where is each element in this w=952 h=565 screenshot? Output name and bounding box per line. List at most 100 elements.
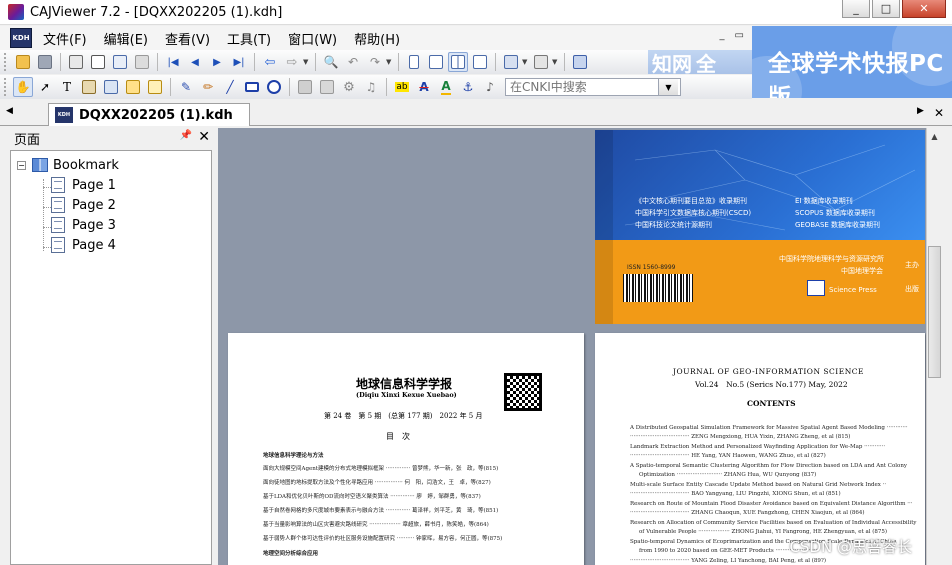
cover-issn: ISSN 1560-8999 [627,264,676,271]
ocr-icon[interactable] [101,77,121,97]
settings-gear-icon[interactable]: ⚙ [339,77,359,97]
cnki-express-banner[interactable]: 全球学术快报PC版 [752,26,952,98]
layout-icon[interactable] [531,52,551,72]
minimize-button[interactable]: _ [842,0,870,18]
toc-entry[interactable]: Landmark Extraction Method and Personali… [630,444,885,450]
music-note-icon[interactable]: ♪ [480,77,500,97]
redo-icon[interactable]: ↷ [365,52,385,72]
bookmark-add-icon[interactable] [123,77,143,97]
text-select-icon[interactable]: T [57,77,77,97]
tree-item-page-1[interactable]: Page 1 [11,175,211,195]
last-page-icon[interactable]: ▶| [229,52,249,72]
anchor-icon[interactable]: ⚓ [458,77,478,97]
vertical-scrollbar[interactable]: ▲ [926,128,942,565]
tab-close-icon[interactable]: ✕ [934,106,944,120]
cnki-search-input[interactable] [506,79,658,95]
save-icon[interactable] [35,52,55,72]
toc-entry[interactable]: A Spatio-temporal Semantic Clustering Al… [630,463,907,469]
document-kdh-icon[interactable]: KDH [10,28,32,48]
continuous-page-icon[interactable] [426,52,446,72]
toc-entry[interactable]: Research on Allocation of Community Serv… [630,520,917,526]
tree-item-page-3[interactable]: Page 3 [11,215,211,235]
tab-scroll-left-icon[interactable]: ◀ [6,106,13,116]
print-preview-icon[interactable] [88,52,108,72]
back-arrow-icon[interactable]: ⇦ [260,52,280,72]
search-dropdown-arrow-icon[interactable]: ▼ [658,79,678,95]
rectangle-tool-icon[interactable] [242,77,262,97]
menu-window[interactable]: 窗口(W) [283,29,349,48]
dropdown-arrow-icon[interactable]: ▼ [386,58,394,66]
pin-icon[interactable]: 📌 [180,130,192,141]
rotate-icon[interactable] [501,52,521,72]
tree-item-bookmark[interactable]: − Bookmark [11,155,211,175]
toolbar-separator [564,53,565,71]
first-page-icon[interactable]: |◀ [163,52,183,72]
document-view[interactable]: 《中文核心期刊要目总览》收录期刊 中国科学引文数据库核心期刊(CSCD) 中国科… [218,128,926,565]
menu-edit[interactable]: 编辑(E) [99,29,160,48]
forward-arrow-icon[interactable]: ⇨ [282,52,302,72]
next-page-icon[interactable]: ▶ [207,52,227,72]
menu-tools[interactable]: 工具(T) [222,29,283,48]
stamp-icon[interactable] [317,77,337,97]
tab-document-label: DQXX202205 (1).kdh [79,107,233,123]
toolbar-grip[interactable] [4,78,8,96]
dropdown-arrow-icon[interactable]: ▼ [303,58,311,66]
toc-entry[interactable]: 面向大规模空间Agent建模的分布式地理模拟框架 ·············· … [263,464,498,472]
copy-pages-icon[interactable] [110,52,130,72]
single-page-icon[interactable] [404,52,424,72]
toc-entry[interactable]: 基于LDA和优化贝叶斯的OD流向时空语义聚类算法 ·············· … [263,492,481,500]
highlight-text-icon[interactable]: ab [392,77,412,97]
facing-pages-icon[interactable] [448,52,468,72]
mdi-restore-button[interactable]: ▭ [735,30,744,41]
print-icon[interactable] [66,52,86,72]
note-icon[interactable] [132,52,152,72]
underline-text-icon[interactable]: A [436,77,456,97]
toc-entry[interactable]: 面向徒地图的地标提取方法及个性化寻路应用 ················ 何 … [263,478,491,486]
toc-entry[interactable]: 基于当量影响算法的山区灾害避灾路线研究 ·················· 章… [263,520,489,528]
tab-controls: ▶ ✕ [917,106,944,120]
toc-entry[interactable]: Multi-scale Surface Entity Cascade Updat… [630,482,886,488]
menu-help[interactable]: 帮助(H) [349,29,412,48]
panel-close-icon[interactable]: ✕ [198,129,210,145]
previous-page-icon[interactable]: ◀ [185,52,205,72]
scroll-up-icon[interactable]: ▲ [927,128,942,144]
toc-entry[interactable]: Research on Route of Mountain Flood Disa… [630,501,912,507]
ellipse-tool-icon[interactable] [264,77,284,97]
toc-entry[interactable]: A Distributed Geospatial Simulation Fram… [630,425,908,431]
tab-scroll-right-icon[interactable]: ▶ [917,106,924,120]
dropdown-arrow-icon[interactable]: ▼ [522,58,530,66]
strikeout-text-icon[interactable]: A [414,77,434,97]
toolbar-grip[interactable] [4,53,8,71]
pen-icon[interactable]: ✎ [176,77,196,97]
hand-tool-icon[interactable]: ✋ [13,77,33,97]
restore-button[interactable]: □ [872,0,900,18]
pencil-icon[interactable]: ✏ [198,77,218,97]
line-tool-icon[interactable]: ╱ [220,77,240,97]
dropdown-arrow-icon[interactable]: ▼ [552,58,560,66]
tree-item-label: Page 3 [72,217,116,233]
toc-entry[interactable]: 基于自然卷网格的多尺度城市要素表示与融合方法 ·············· 葛泽… [263,506,498,514]
image-select-icon[interactable] [79,77,99,97]
mdi-minimize-button[interactable]: _ [720,30,725,41]
scrollbar-thumb[interactable] [928,246,941,378]
toc-entry[interactable]: 基于弱势人群个体可达性评价的社区服务设施配置研究 ·········· 钟家晖，… [263,534,502,542]
open-folder-icon[interactable] [13,52,33,72]
undo-icon[interactable]: ↶ [343,52,363,72]
fullscreen-icon[interactable] [570,52,590,72]
tree-item-label: Bookmark [53,157,119,173]
continuous-facing-icon[interactable] [470,52,490,72]
tree-item-page-2[interactable]: Page 2 [11,195,211,215]
select-arrow-icon[interactable]: ➚ [35,77,55,97]
close-button[interactable]: ✕ [902,0,946,18]
collapse-toggle-icon[interactable]: − [17,160,26,170]
banner-overlay[interactable]: 知网 全 [648,50,752,74]
menu-file[interactable]: 文件(F) [38,29,99,48]
tree-item-page-4[interactable]: Page 4 [11,235,211,255]
menu-view[interactable]: 查看(V) [160,29,222,48]
annotation-icon[interactable] [145,77,165,97]
cajviewer-app-icon[interactable] [8,4,24,20]
tab-document[interactable]: KDH DQXX202205 (1).kdh [48,103,250,126]
eraser-icon[interactable] [295,77,315,97]
find-icon[interactable]: 🔍 [321,52,341,72]
audio-note-icon[interactable]: ♫ [361,77,381,97]
